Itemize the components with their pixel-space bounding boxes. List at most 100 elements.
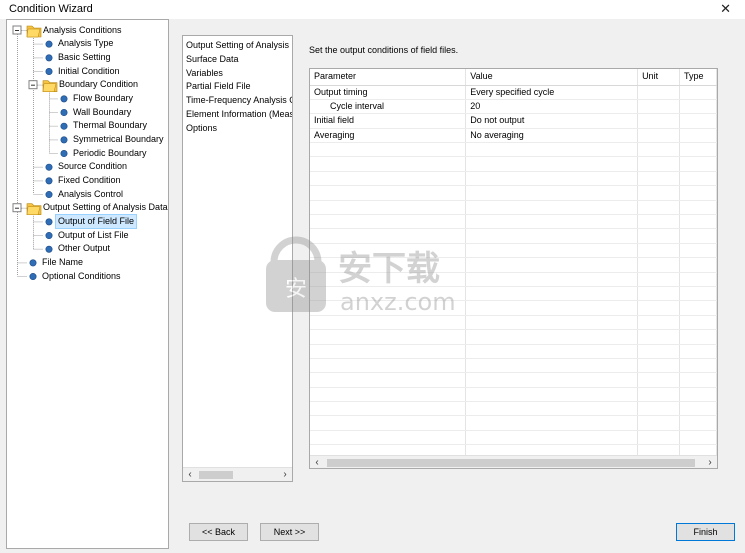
cell-value[interactable] — [465, 156, 639, 172]
cell-parameter[interactable] — [310, 171, 467, 187]
cell-type[interactable] — [679, 372, 717, 388]
cell-type[interactable] — [679, 344, 717, 359]
scroll-thumb[interactable] — [327, 459, 695, 467]
table-row[interactable] — [310, 387, 717, 403]
condition-tree[interactable]: Analysis Conditions Analysis Type Basic Se… — [6, 19, 169, 549]
cell-type[interactable] — [679, 387, 717, 403]
cell-value[interactable] — [465, 387, 639, 403]
cell-parameter[interactable] — [310, 415, 467, 431]
cell-parameter[interactable] — [310, 156, 467, 172]
tree-node-label[interactable]: Analysis Type — [58, 37, 113, 50]
cell-type[interactable] — [679, 430, 717, 446]
cell-type[interactable] — [679, 85, 717, 100]
cell-unit[interactable] — [637, 300, 680, 316]
table-row[interactable] — [310, 372, 717, 388]
cell-unit[interactable] — [637, 401, 680, 417]
column-header-value[interactable]: Value — [465, 69, 639, 86]
cell-unit[interactable] — [637, 85, 680, 100]
cell-value[interactable] — [465, 200, 639, 216]
cell-parameter[interactable] — [310, 200, 467, 216]
finish-button[interactable]: Finish — [676, 523, 735, 541]
table-row[interactable] — [310, 142, 717, 158]
table-row[interactable]: Cycle interval 20 — [310, 99, 717, 115]
tree-node-label[interactable]: Basic Setting — [58, 51, 111, 64]
next-button[interactable]: Next >> — [260, 523, 319, 541]
table-row[interactable]: Averaging No averaging — [310, 128, 717, 144]
cell-value[interactable] — [465, 272, 639, 287]
cell-parameter[interactable]: Output timing — [310, 85, 467, 100]
tree-node-label[interactable]: Output of Field File — [54, 213, 138, 229]
table-row[interactable] — [310, 185, 717, 201]
table-row[interactable] — [310, 415, 717, 431]
tree-node-label[interactable]: Boundary Condition — [59, 78, 138, 91]
cell-value[interactable] — [465, 329, 639, 345]
cell-type[interactable] — [679, 171, 717, 187]
cell-value[interactable] — [465, 401, 639, 417]
scroll-right-icon[interactable]: › — [278, 468, 292, 481]
category-item[interactable]: Element Information (Meas — [186, 108, 292, 121]
cell-unit[interactable] — [637, 156, 680, 172]
cell-unit[interactable] — [637, 185, 680, 201]
category-item[interactable]: Output Setting of Analysis D — [186, 39, 292, 52]
cell-type[interactable] — [679, 200, 717, 216]
cell-unit[interactable] — [637, 214, 680, 230]
cell-unit[interactable] — [637, 171, 680, 187]
cell-type[interactable] — [679, 228, 717, 244]
table-row[interactable] — [310, 214, 717, 230]
tree-node-label[interactable]: Output Setting of Analysis Data — [43, 201, 168, 214]
cell-value[interactable] — [465, 286, 639, 302]
cell-parameter[interactable] — [310, 401, 467, 417]
scroll-left-icon[interactable]: ‹ — [183, 468, 197, 481]
scroll-right-icon[interactable]: › — [703, 456, 717, 468]
cell-type[interactable] — [679, 99, 717, 115]
cell-type[interactable] — [679, 142, 717, 158]
tree-node-label[interactable]: Initial Condition — [58, 65, 120, 78]
cell-parameter[interactable]: Averaging — [310, 128, 467, 144]
scroll-left-icon[interactable]: ‹ — [310, 456, 324, 468]
tree-node-label[interactable]: Analysis Control — [58, 188, 123, 201]
cell-unit[interactable] — [637, 329, 680, 345]
cell-unit[interactable] — [637, 257, 680, 273]
cell-unit[interactable] — [637, 113, 680, 129]
cell-type[interactable] — [679, 401, 717, 417]
cell-value[interactable] — [465, 185, 639, 201]
cell-value[interactable] — [465, 171, 639, 187]
cell-value[interactable] — [465, 142, 639, 158]
cell-value[interactable] — [465, 344, 639, 359]
column-header-unit[interactable]: Unit — [637, 69, 680, 86]
cell-value[interactable]: 20 — [465, 99, 639, 115]
category-item[interactable]: Variables — [186, 67, 223, 80]
cell-unit[interactable] — [637, 344, 680, 359]
cell-type[interactable] — [679, 272, 717, 287]
cell-type[interactable] — [679, 185, 717, 201]
cell-unit[interactable] — [637, 372, 680, 388]
cell-parameter[interactable] — [310, 387, 467, 403]
column-header-type[interactable]: Type — [679, 69, 717, 86]
tree-node-label[interactable]: Thermal Boundary — [73, 119, 147, 132]
category-item[interactable]: Time-Frequency Analysis O — [186, 94, 292, 107]
cell-type[interactable] — [679, 128, 717, 144]
tree-node-label[interactable]: Wall Boundary — [73, 106, 131, 119]
cell-unit[interactable] — [637, 272, 680, 287]
cell-parameter[interactable] — [310, 430, 467, 446]
cell-value[interactable] — [465, 228, 639, 244]
tree-node-label[interactable]: Symmetrical Boundary — [73, 133, 164, 146]
cell-value[interactable] — [465, 257, 639, 273]
cell-parameter[interactable] — [310, 358, 467, 374]
table-row[interactable] — [310, 344, 717, 359]
cell-parameter[interactable] — [310, 344, 467, 359]
table-row[interactable] — [310, 430, 717, 446]
cell-value[interactable] — [465, 415, 639, 431]
tree-node-label[interactable]: Source Condition — [58, 160, 127, 173]
cell-type[interactable] — [679, 415, 717, 431]
cell-parameter[interactable]: Initial field — [310, 113, 467, 129]
scroll-thumb[interactable] — [199, 471, 233, 479]
category-item[interactable]: Surface Data — [186, 53, 239, 66]
cell-value[interactable] — [465, 214, 639, 230]
cell-value[interactable] — [465, 315, 639, 331]
cell-unit[interactable] — [637, 200, 680, 216]
cell-value[interactable]: Do not output — [465, 113, 639, 129]
cell-type[interactable] — [679, 286, 717, 302]
cell-parameter[interactable] — [310, 329, 467, 345]
cell-unit[interactable] — [637, 430, 680, 446]
